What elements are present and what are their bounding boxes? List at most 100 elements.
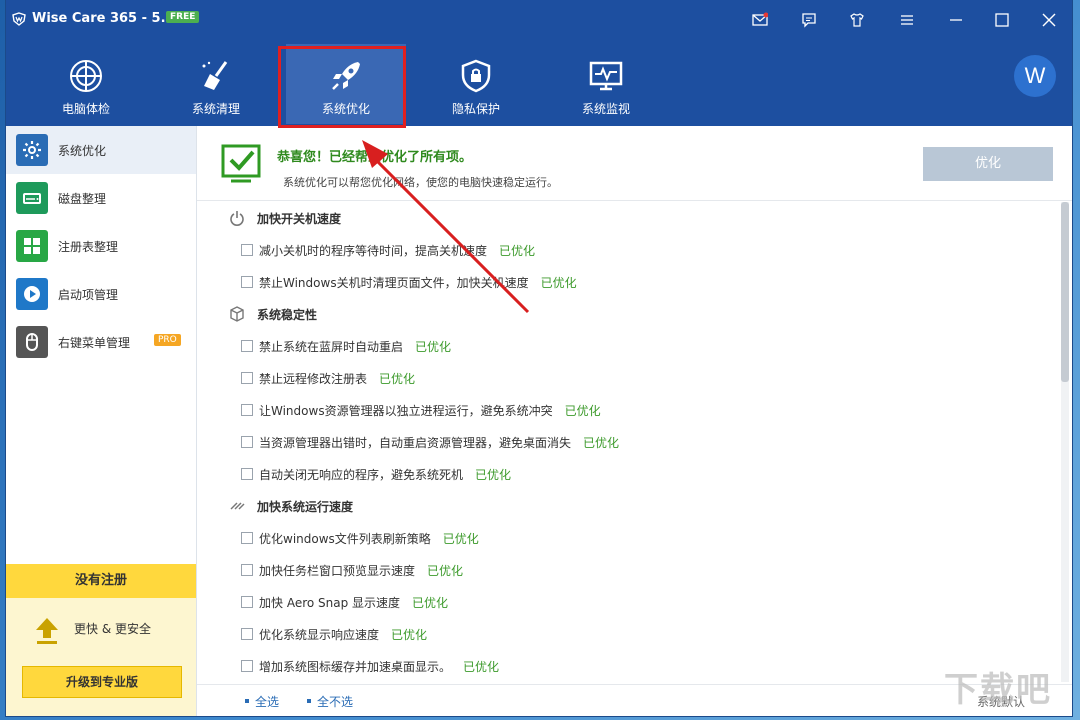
item-checkbox[interactable] bbox=[241, 340, 253, 352]
item-checkbox[interactable] bbox=[241, 468, 253, 480]
list-item[interactable]: 优化windows文件列表刷新策略 已优化 bbox=[241, 527, 479, 549]
main-panel: 恭喜您！已经帮您优化了所有项。 系统优化可以帮您优化网络，使您的电脑快速稳定运行… bbox=[197, 126, 1072, 716]
list-item[interactable]: 加快 Aero Snap 显示速度 已优化 bbox=[241, 591, 448, 613]
item-checkbox[interactable] bbox=[241, 628, 253, 640]
feedback-button[interactable] bbox=[796, 8, 822, 32]
list-footer: 全选 全不选 系统默认 bbox=[197, 684, 1072, 717]
message-button[interactable] bbox=[747, 8, 773, 32]
radar-icon bbox=[70, 60, 102, 92]
register-panel: 没有注册 更快 & 更安全 升级到专业版 bbox=[6, 564, 196, 716]
sidebar-item-context-menu[interactable]: 右键菜单管理 PRO bbox=[6, 318, 196, 366]
nav-system-monitor[interactable]: 系统监视 bbox=[546, 44, 666, 124]
item-status: 已优化 bbox=[463, 659, 500, 674]
skin-button[interactable] bbox=[844, 8, 870, 32]
group-title: 加快开关机速度 bbox=[257, 211, 342, 226]
sidebar-item-system-optimize[interactable]: 系统优化 bbox=[6, 126, 196, 174]
item-status: 已优化 bbox=[427, 563, 464, 578]
title-bar: Wise Care 365 - 5.6.1 FREE bbox=[6, 0, 1072, 40]
speed-icon bbox=[230, 502, 245, 510]
close-button[interactable] bbox=[1036, 8, 1062, 32]
maximize-button[interactable] bbox=[989, 8, 1015, 32]
nav-system-clean[interactable]: 系统清理 bbox=[156, 44, 276, 124]
status-subtitle: 系统优化可以帮您优化网络，使您的电脑快速稳定运行。 bbox=[283, 176, 558, 189]
nav-pc-checkup[interactable]: 电脑体检 bbox=[26, 44, 146, 124]
pro-badge: PRO bbox=[154, 334, 181, 346]
list-item[interactable]: 当资源管理器出错时，自动重启资源管理器，避免桌面消失 已优化 bbox=[241, 431, 619, 453]
item-checkbox[interactable] bbox=[241, 372, 253, 384]
item-label: 加快 Aero Snap 显示速度 bbox=[259, 595, 401, 610]
sidebar-item-disk-defrag[interactable]: 磁盘整理 bbox=[6, 174, 196, 222]
item-label: 增加系统图标缓存并加速桌面显示。 bbox=[259, 659, 452, 674]
sidebar-item-label: 右键菜单管理 bbox=[58, 335, 131, 350]
item-checkbox[interactable] bbox=[241, 660, 253, 672]
select-all-link[interactable]: 全选 bbox=[255, 693, 279, 710]
minimize-button[interactable] bbox=[943, 8, 969, 32]
scrollbar-thumb[interactable] bbox=[1061, 202, 1069, 382]
gear-icon bbox=[16, 134, 48, 166]
item-checkbox[interactable] bbox=[241, 532, 253, 544]
item-checkbox[interactable] bbox=[241, 436, 253, 448]
app-logo-icon bbox=[12, 12, 26, 26]
sidebar-item-registry-defrag[interactable]: 注册表整理 bbox=[6, 222, 196, 270]
disk-icon bbox=[16, 182, 48, 214]
broom-icon bbox=[202, 61, 228, 90]
mail-icon bbox=[752, 12, 768, 26]
list-item[interactable]: 让Windows资源管理器以独立进程运行，避免系统冲突 已优化 bbox=[241, 399, 601, 421]
item-status: 已优化 bbox=[475, 467, 512, 482]
maximize-icon bbox=[995, 13, 1009, 27]
select-none-link[interactable]: 全不选 bbox=[317, 693, 353, 710]
status-title: 恭喜您！已经帮您优化了所有项。 bbox=[277, 150, 473, 165]
item-label: 禁止远程修改注册表 bbox=[259, 371, 368, 386]
app-window: Wise Care 365 - 5.6.1 FREE 电脑体检 系统清理 系统优… bbox=[6, 0, 1072, 716]
tshirt-icon bbox=[850, 13, 864, 27]
optimize-button[interactable]: 优化 bbox=[923, 147, 1053, 181]
upgrade-pro-button[interactable]: 升级到专业版 bbox=[22, 666, 182, 698]
free-badge: FREE bbox=[166, 11, 200, 23]
avatar[interactable]: W bbox=[1014, 55, 1056, 97]
sidebar: 系统优化 磁盘整理 注册表整理 启动项管理 右键菜单管理 PRO 没有注册 更快… bbox=[6, 126, 197, 716]
group-header: 系统稳定性 bbox=[229, 300, 317, 328]
nav-label: 电脑体检 bbox=[61, 102, 110, 116]
power-icon bbox=[230, 211, 244, 226]
item-checkbox[interactable] bbox=[241, 404, 253, 416]
item-checkbox[interactable] bbox=[241, 276, 253, 288]
list-item[interactable]: 优化系统显示响应速度 已优化 bbox=[241, 623, 427, 645]
chat-icon bbox=[802, 13, 816, 28]
sidebar-item-label: 注册表整理 bbox=[58, 239, 119, 254]
grid-icon bbox=[16, 230, 48, 262]
register-header: 没有注册 bbox=[6, 564, 196, 598]
bullet-icon bbox=[245, 699, 249, 703]
item-label: 让Windows资源管理器以独立进程运行，避免系统冲突 bbox=[259, 403, 553, 418]
status-header: 恭喜您！已经帮您优化了所有项。 系统优化可以帮您优化网络，使您的电脑快速稳定运行… bbox=[197, 126, 1072, 201]
list-item[interactable]: 禁止远程修改注册表 已优化 bbox=[241, 367, 415, 389]
annotation-highlight-box bbox=[278, 46, 406, 128]
group-header: 加快系统运行速度 bbox=[229, 492, 353, 520]
list-item[interactable]: 加快任务栏窗口预览显示速度 已优化 bbox=[241, 559, 463, 581]
list-item[interactable]: 自动关闭无响应的程序，避免系统死机 已优化 bbox=[241, 463, 511, 485]
item-status: 已优化 bbox=[564, 403, 601, 418]
item-status: 已优化 bbox=[412, 595, 449, 610]
check-monitor-icon bbox=[221, 144, 261, 183]
list-item[interactable]: 增加系统图标缓存并加速桌面显示。 已优化 bbox=[241, 655, 499, 677]
item-status: 已优化 bbox=[415, 339, 452, 354]
list-item[interactable]: 禁止Windows关机时清理页面文件，加快关机速度 已优化 bbox=[241, 271, 577, 293]
list-item[interactable]: 减小关机时的程序等待时间，提高关机速度 已优化 bbox=[241, 239, 535, 261]
mouse-icon bbox=[16, 326, 48, 358]
play-icon bbox=[16, 278, 48, 310]
register-tagline: 更快 & 更安全 bbox=[74, 622, 151, 636]
sidebar-item-startup-manager[interactable]: 启动项管理 bbox=[6, 270, 196, 318]
item-status: 已优化 bbox=[379, 371, 416, 386]
menu-icon bbox=[901, 15, 913, 25]
item-checkbox[interactable] bbox=[241, 596, 253, 608]
watermark-logo: 下载吧 bbox=[944, 670, 1052, 710]
nav-privacy[interactable]: 隐私保护 bbox=[416, 44, 536, 124]
minimize-icon bbox=[950, 19, 962, 21]
item-status: 已优化 bbox=[499, 243, 536, 258]
monitor-pulse-icon bbox=[589, 61, 623, 91]
item-checkbox[interactable] bbox=[241, 564, 253, 576]
list-item[interactable]: 禁止系统在蓝屏时自动重启 已优化 bbox=[241, 335, 451, 357]
list-scrollbar[interactable] bbox=[1061, 202, 1069, 682]
item-checkbox[interactable] bbox=[241, 244, 253, 256]
sidebar-item-label: 启动项管理 bbox=[58, 287, 119, 302]
menu-button[interactable] bbox=[894, 8, 920, 32]
